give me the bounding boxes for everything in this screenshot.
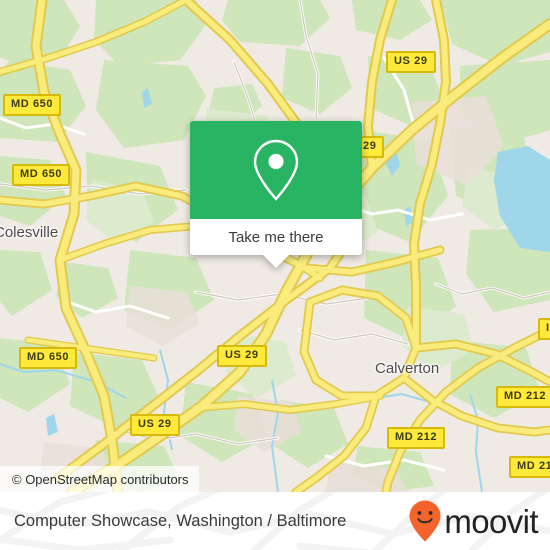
road-shield-md650-south: MD 650 [19, 347, 78, 369]
location-title-text: Computer Showcase, Washington / Baltimor… [14, 511, 347, 530]
osm-attribution[interactable]: © OpenStreetMap contributors [0, 466, 199, 492]
moovit-wordmark: moovit [444, 502, 538, 540]
place-label-colesville: Colesville [0, 224, 59, 241]
take-me-there-label: Take me there [228, 228, 324, 246]
popup-header [190, 121, 362, 219]
popup-pointer-tail [263, 255, 289, 268]
map-pin-icon [253, 139, 299, 201]
moovit-pin-icon [409, 500, 441, 542]
moovit-brand[interactable]: moovit [408, 492, 539, 550]
location-title: Computer Showcase, Washington / Baltimor… [14, 492, 346, 550]
road-shield-us29-north: US 29 [386, 51, 436, 73]
place-label-calverton: Calverton [375, 360, 440, 377]
road-shield-md212-calverton: MD 212 [387, 427, 446, 449]
location-popup-card[interactable]: Take me there [190, 121, 362, 268]
road-shield-md212-east: MD 212 [496, 386, 550, 408]
road-shield-md212-southeast: MD 212 [509, 456, 550, 478]
map-screenshot: Colesville Calverton US 29 MD 650 MD 650… [0, 0, 550, 550]
bottom-info-bar: Computer Showcase, Washington / Baltimor… [0, 492, 550, 550]
road-shield-interstate-edge: I [538, 318, 550, 340]
road-shield-md650-mid: MD 650 [12, 164, 71, 186]
road-shield-md650-north: MD 650 [3, 94, 62, 116]
popup-footer[interactable]: Take me there [190, 219, 362, 268]
road-shield-us29-center: US 29 [217, 345, 267, 367]
map-canvas[interactable]: Colesville Calverton US 29 MD 650 MD 650… [0, 0, 550, 492]
road-shield-us29-southwest: US 29 [130, 414, 180, 436]
osm-attribution-text: © OpenStreetMap contributors [12, 471, 189, 487]
